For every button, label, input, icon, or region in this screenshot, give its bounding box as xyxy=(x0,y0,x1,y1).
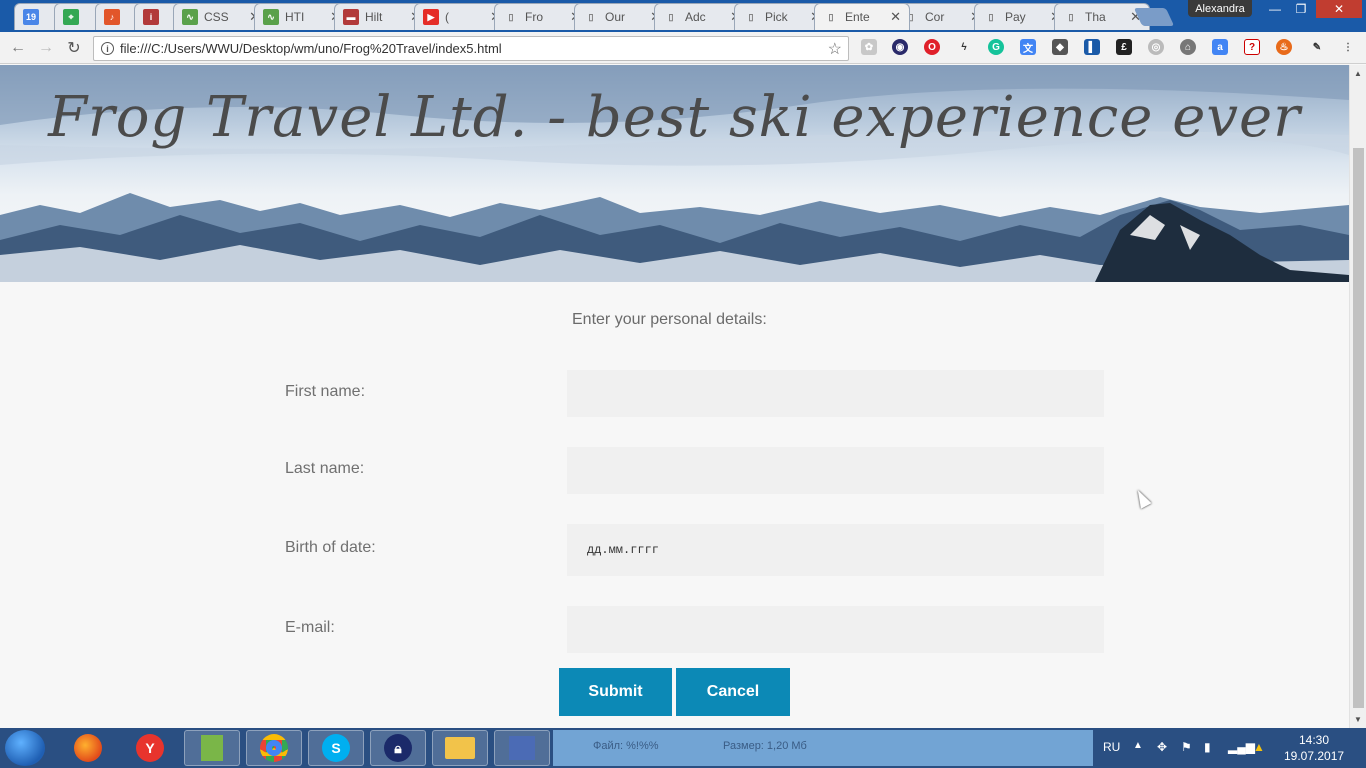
google-drive-icon[interactable]: ▲ xyxy=(1253,740,1265,754)
evernote-icon[interactable]: £ xyxy=(1116,39,1132,55)
chrome-icon[interactable] xyxy=(246,730,302,766)
menu-icon[interactable]: ⋮ xyxy=(1340,39,1356,55)
page-icon: ▯ xyxy=(828,11,834,22)
scrollbar-thumb[interactable] xyxy=(1353,148,1364,708)
tab-label: Ente xyxy=(845,10,870,24)
language-indicator[interactable]: RU xyxy=(1103,740,1120,754)
flag-icon[interactable]: ⚑ xyxy=(1181,740,1192,754)
form-heading-text: Enter your personal details: xyxy=(572,311,767,328)
info-icon[interactable]: i xyxy=(101,42,114,55)
submit-button[interactable]: Submit xyxy=(559,668,672,716)
extension-off-icon[interactable]: ⌂ xyxy=(1180,39,1196,55)
camera-icon[interactable]: ◎ xyxy=(1148,39,1164,55)
tab-label: ( xyxy=(445,10,449,24)
clock-time: 14:30 xyxy=(1298,733,1330,747)
tab-label: Pay xyxy=(1005,10,1026,24)
url-text: file:///C:/Users/WWU/Desktop/wm/uno/Frog… xyxy=(120,41,502,56)
tab-label: Tha xyxy=(1085,10,1106,24)
hero-banner: Frog Travel Ltd. - best ski experience e… xyxy=(0,65,1349,282)
back-arrow-icon[interactable]: ← xyxy=(8,38,28,58)
fire-icon[interactable]: ♨ xyxy=(1276,39,1292,55)
tab-label: Hilt xyxy=(365,10,383,24)
clock-date: 19.07.2017 xyxy=(1284,749,1345,763)
globe-extension-icon[interactable]: ◉ xyxy=(892,39,908,55)
system-clock[interactable]: 14:30 19.07.2017 xyxy=(1284,732,1344,764)
pen-icon[interactable]: ✎ xyxy=(1309,39,1325,55)
profile-button[interactable]: Alexandra xyxy=(1188,0,1252,17)
maximize-icon[interactable]: ❐ xyxy=(1288,0,1314,18)
birth-date-placeholder: дд.мм.гггг xyxy=(587,543,660,557)
maps-icon: ⌖ xyxy=(63,9,79,25)
tab-label: Our xyxy=(605,10,626,24)
first-name-input[interactable] xyxy=(567,370,1104,417)
tab-label: CSS xyxy=(204,10,229,24)
calendar-icon: 19 xyxy=(23,9,39,25)
tab-label: Fro xyxy=(525,10,543,24)
shield-icon[interactable]: ◆ xyxy=(1052,39,1068,55)
grammarly-icon[interactable]: G xyxy=(988,39,1004,55)
last-name-input[interactable] xyxy=(567,447,1104,494)
translate-alt-icon[interactable]: a xyxy=(1212,39,1228,55)
start-button[interactable] xyxy=(5,730,45,766)
preview-size-text: Размер: 1,20 Мб xyxy=(723,740,807,752)
bolt-icon[interactable]: ϟ xyxy=(956,39,972,55)
address-bar[interactable]: i file:///C:/Users/WWU/Desktop/wm/uno/Fr… xyxy=(93,36,849,61)
page-icon: ▯ xyxy=(988,11,994,22)
taskbar-preview-strip: Файл: %!%% Размер: 1,20 Мб xyxy=(553,730,1093,766)
birth-date-input[interactable]: дд.мм.гггг xyxy=(567,524,1104,576)
file-explorer-icon[interactable] xyxy=(432,730,488,766)
scroll-up-icon[interactable]: ▲ xyxy=(1354,69,1362,78)
translate-icon[interactable]: 文 xyxy=(1020,39,1036,55)
info-icon: i xyxy=(143,9,159,25)
minimize-icon[interactable]: — xyxy=(1262,0,1288,18)
birth-date-label: Birth of date: xyxy=(285,539,376,556)
keepass-icon[interactable]: 🔒︎ xyxy=(370,730,426,766)
tab-favicon: ∿ xyxy=(182,9,198,25)
page-scrollbar[interactable]: ▲ ▼ xyxy=(1349,65,1366,728)
visual-studio-icon[interactable] xyxy=(494,730,550,766)
close-window-icon[interactable]: ✕ xyxy=(1316,0,1362,18)
signal-icon[interactable]: ▂▄▆ xyxy=(1228,740,1255,754)
page-icon: ▯ xyxy=(668,11,674,22)
last-name-label: Last name: xyxy=(285,460,365,477)
page-icon: ▯ xyxy=(508,11,514,22)
skype-icon[interactable]: S xyxy=(308,730,364,766)
dropbox-icon[interactable]: ✥ xyxy=(1157,740,1167,754)
page-icon: ▯ xyxy=(748,11,754,22)
browser-tab-active[interactable]: ▯ Ente ✕ xyxy=(814,3,910,30)
bookmark-icon[interactable]: ▌ xyxy=(1084,39,1100,55)
battery-icon[interactable]: ▮ xyxy=(1204,740,1211,754)
tab-favicon: ▬ xyxy=(343,9,359,25)
scroll-down-icon[interactable]: ▼ xyxy=(1354,715,1362,724)
windows-taskbar: Y S 🔒︎ Файл: %!%% Размер: 1,20 Мб RU ▲ ✥… xyxy=(0,728,1366,768)
bookmark-star-icon[interactable]: ☆ xyxy=(828,39,842,59)
tab-close-icon[interactable]: ✕ xyxy=(890,9,901,25)
tab-label: Cor xyxy=(925,10,945,24)
paw-icon[interactable]: ✿ xyxy=(861,39,877,55)
opera-icon[interactable]: O xyxy=(924,39,940,55)
tab-label: Adc xyxy=(685,10,706,24)
page-icon: ▯ xyxy=(1068,11,1074,22)
forward-arrow-icon[interactable]: → xyxy=(36,38,56,58)
email-label: E-mail: xyxy=(285,619,335,636)
email-input[interactable] xyxy=(567,606,1104,653)
tab-label: HTI xyxy=(285,10,305,24)
youtube-icon: ▶ xyxy=(423,9,439,25)
preview-file-text: Файл: %!%% xyxy=(593,740,659,752)
tab-favicon: ∿ xyxy=(263,9,279,25)
reload-icon[interactable]: ↻ xyxy=(64,38,84,58)
cancel-button[interactable]: Cancel xyxy=(676,668,790,716)
help-icon[interactable]: ? xyxy=(1244,39,1260,55)
yandex-icon[interactable]: Y xyxy=(122,730,178,766)
music-icon: ♪ xyxy=(104,9,120,25)
first-name-label: First name: xyxy=(285,383,366,400)
tray-expand-icon[interactable]: ▲ xyxy=(1133,740,1143,751)
page-viewport: Frog Travel Ltd. - best ski experience e… xyxy=(0,65,1349,728)
browser-tab-strip: 19 ⌖ ♪ i ∿ CSS ✕ ∿ HTI ✕ ▬ Hilt ✕ ▶ ( ✕ … xyxy=(0,0,1366,32)
site-title: Frog Travel Ltd. - best ski experience e… xyxy=(48,85,1301,150)
firefox-icon[interactable] xyxy=(60,730,116,766)
notepad-icon[interactable] xyxy=(184,730,240,766)
tab-label: Pick xyxy=(765,10,788,24)
page-icon: ▯ xyxy=(588,11,594,22)
